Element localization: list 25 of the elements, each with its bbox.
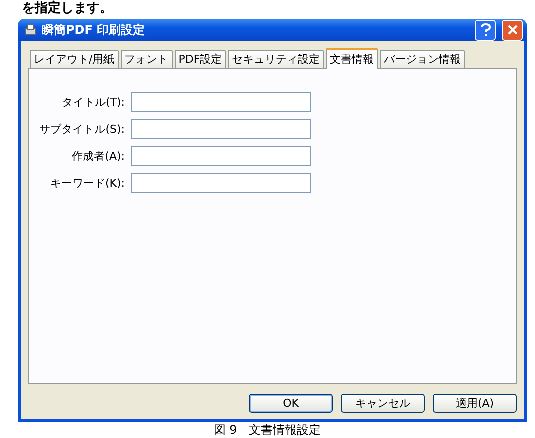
field-label: タイトル(T): <box>60 94 125 110</box>
close-button[interactable] <box>502 20 523 40</box>
input-field[interactable] <box>131 173 311 193</box>
input-field[interactable] <box>131 92 311 112</box>
printer-icon <box>24 23 38 37</box>
dialog-button[interactable]: 適用(A) <box>433 394 517 413</box>
dialog-button[interactable]: OK <box>249 394 333 413</box>
window-title: 瞬簡PDF 印刷設定 <box>42 22 146 38</box>
tab[interactable]: バージョン情報 <box>380 50 466 68</box>
input-field[interactable] <box>131 146 311 166</box>
close-icon <box>506 24 518 36</box>
intro-text: を指定します。 <box>22 1 113 17</box>
field-label: キーワード(K): <box>49 176 125 190</box>
tab[interactable]: PDF設定 <box>174 50 226 68</box>
field-label: 作成者(A): <box>71 148 125 164</box>
figure-caption: 図 9 文書情報設定 <box>212 422 322 438</box>
tab[interactable]: 文書情報 <box>326 48 378 69</box>
help-button[interactable] <box>475 20 496 40</box>
dialog-button[interactable]: キャンセル <box>341 394 425 413</box>
question-icon <box>480 23 492 37</box>
field-label: サブタイトル(S): <box>38 122 125 136</box>
input-field[interactable] <box>131 119 311 139</box>
tab[interactable]: フォント <box>120 50 173 68</box>
tab[interactable]: セキュリティ設定 <box>228 50 324 68</box>
tab[interactable]: レイアウト/用紙 <box>30 50 119 68</box>
